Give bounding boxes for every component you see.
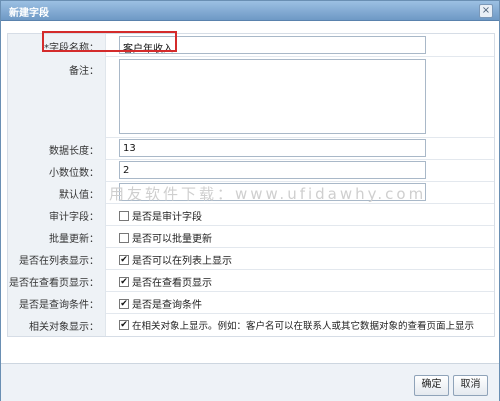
label-cell: 数据长度：: [8, 137, 106, 159]
row-audit: 审计字段： 是否是审计字段: [8, 203, 494, 226]
label-cell: 是否是查询条件：: [8, 291, 106, 313]
row-batch-update: 批量更新： 是否可以批量更新: [8, 225, 494, 248]
audit-label: 审计字段：: [49, 212, 99, 223]
label-cell: 备注：: [8, 56, 106, 137]
default-value-label: 默认值：: [59, 190, 99, 201]
check-icon[interactable]: ✔: [119, 298, 129, 309]
list-display-checkbox-text: 是否可以在列表上显示: [132, 256, 232, 267]
batch-update-checkbox[interactable]: 是否可以批量更新: [119, 230, 212, 245]
query-condition-checkbox[interactable]: ✔ 是否是查询条件: [119, 296, 202, 311]
checkbox-box[interactable]: [119, 210, 129, 221]
decimal-places-input[interactable]: 2: [119, 161, 426, 179]
label-cell: 是否在查看页显示：: [8, 269, 106, 291]
dialog-title-bar[interactable]: 新建字段 ×: [1, 1, 499, 21]
label-cell: *字段名称：: [8, 34, 106, 56]
label-cell: 小数位数：: [8, 159, 106, 181]
view-display-label: 是否在查看页显示：: [9, 278, 99, 289]
query-condition-checkbox-text: 是否是查询条件: [132, 300, 202, 311]
related-display-checkbox-text: 在相关对象上显示。例如：客户名可以在联系人或其它数据对象的查看页面上显示: [132, 321, 475, 332]
remark-textarea[interactable]: [119, 59, 426, 134]
watermark: 用友软件下载：www.ufidawhy.com: [109, 185, 427, 203]
list-display-checkbox[interactable]: ✔ 是否可以在列表上显示: [119, 252, 232, 267]
remark-label: 备注：: [69, 66, 99, 77]
row-query-condition: 是否是查询条件： ✔ 是否是查询条件: [8, 291, 494, 314]
checkbox-box[interactable]: [119, 232, 129, 243]
field-name-label: *字段名称：: [44, 43, 99, 54]
audit-checkbox-text: 是否是审计字段: [132, 212, 202, 223]
audit-checkbox[interactable]: 是否是审计字段: [119, 208, 202, 223]
batch-update-label: 批量更新：: [49, 234, 99, 245]
data-length-label: 数据长度：: [49, 146, 99, 157]
cancel-button[interactable]: 取消: [453, 375, 488, 396]
row-list-display: 是否在列表显示： ✔ 是否可以在列表上显示: [8, 247, 494, 270]
row-field-name: *字段名称： 客户年收入: [8, 34, 494, 57]
new-field-dialog: 新建字段 × *字段名称： 客户年收入 备注： 数据长度： 13 小数位数： 2…: [0, 0, 500, 401]
check-icon[interactable]: ✔: [119, 320, 129, 330]
label-cell: 是否在列表显示：: [8, 247, 106, 269]
row-remark: 备注：: [8, 56, 494, 138]
row-related-display: 相关对象显示： ✔ 在相关对象上显示。例如：客户名可以在联系人或其它数据对象的查…: [8, 313, 494, 336]
check-icon[interactable]: ✔: [119, 276, 129, 287]
row-data-length: 数据长度： 13: [8, 137, 494, 160]
close-icon[interactable]: ×: [479, 4, 493, 18]
label-cell: 批量更新：: [8, 225, 106, 247]
dialog-footer: 确定 取消: [1, 363, 499, 401]
list-display-label: 是否在列表显示：: [19, 256, 99, 267]
related-display-label: 相关对象显示：: [29, 322, 99, 333]
dialog-title: 新建字段: [9, 8, 49, 19]
ok-button[interactable]: 确定: [414, 375, 449, 396]
label-cell: 默认值：: [8, 181, 106, 203]
view-display-checkbox-text: 是否在查看页显示: [132, 278, 212, 289]
row-decimal-places: 小数位数： 2: [8, 159, 494, 182]
view-display-checkbox[interactable]: ✔ 是否在查看页显示: [119, 274, 212, 289]
label-cell: 审计字段：: [8, 203, 106, 225]
row-view-display: 是否在查看页显示： ✔ 是否在查看页显示: [8, 269, 494, 292]
check-icon[interactable]: ✔: [119, 254, 129, 265]
query-condition-label: 是否是查询条件：: [19, 300, 99, 311]
decimal-places-label: 小数位数：: [49, 168, 99, 179]
related-display-checkbox[interactable]: ✔ 在相关对象上显示。例如：客户名可以在联系人或其它数据对象的查看页面上显示: [119, 318, 474, 332]
batch-update-checkbox-text: 是否可以批量更新: [132, 234, 212, 245]
data-length-input[interactable]: 13: [119, 139, 426, 157]
label-cell: 相关对象显示：: [8, 313, 106, 336]
field-name-input[interactable]: 客户年收入: [119, 36, 426, 55]
